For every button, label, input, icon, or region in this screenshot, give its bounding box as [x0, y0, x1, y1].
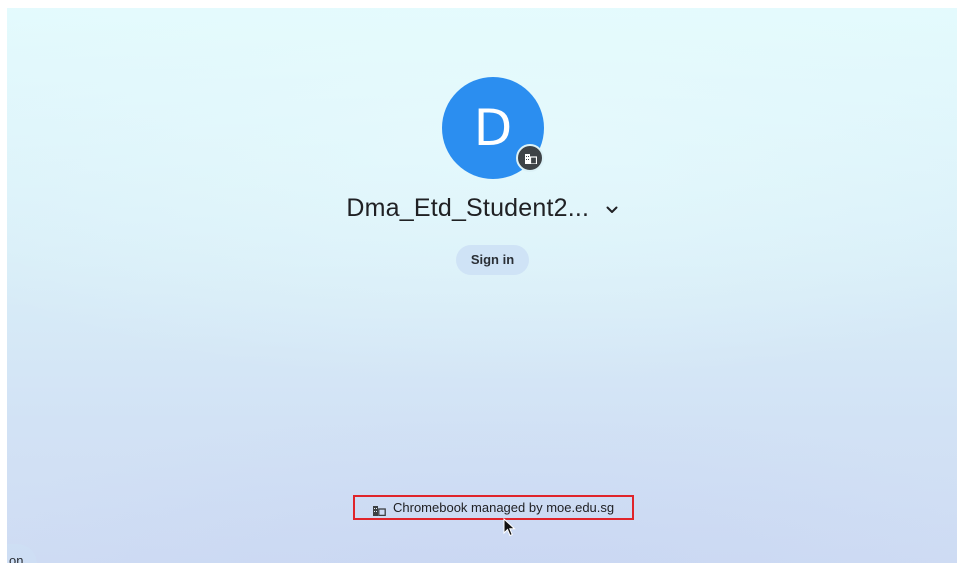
mouse-cursor-icon — [503, 517, 516, 542]
enterprise-badge — [516, 144, 544, 172]
chevron-down-icon[interactable] — [606, 201, 618, 219]
managed-notice[interactable]: Chromebook managed by moe.edu.sg — [353, 495, 634, 520]
building-icon — [373, 503, 386, 521]
shelf-button-label: on — [9, 553, 24, 563]
user-name: Dma_Etd_Student2... — [346, 194, 590, 222]
avatar-letter: D — [473, 99, 513, 157]
user-name-row[interactable]: Dma_Etd_Student2... — [7, 194, 957, 223]
building-icon — [525, 154, 537, 164]
login-screen: D Dma_Etd_Student2... Sign in Chromebook… — [7, 8, 957, 563]
sign-in-button[interactable]: Sign in — [456, 245, 529, 275]
managed-notice-text: Chromebook managed by moe.edu.sg — [393, 500, 615, 515]
